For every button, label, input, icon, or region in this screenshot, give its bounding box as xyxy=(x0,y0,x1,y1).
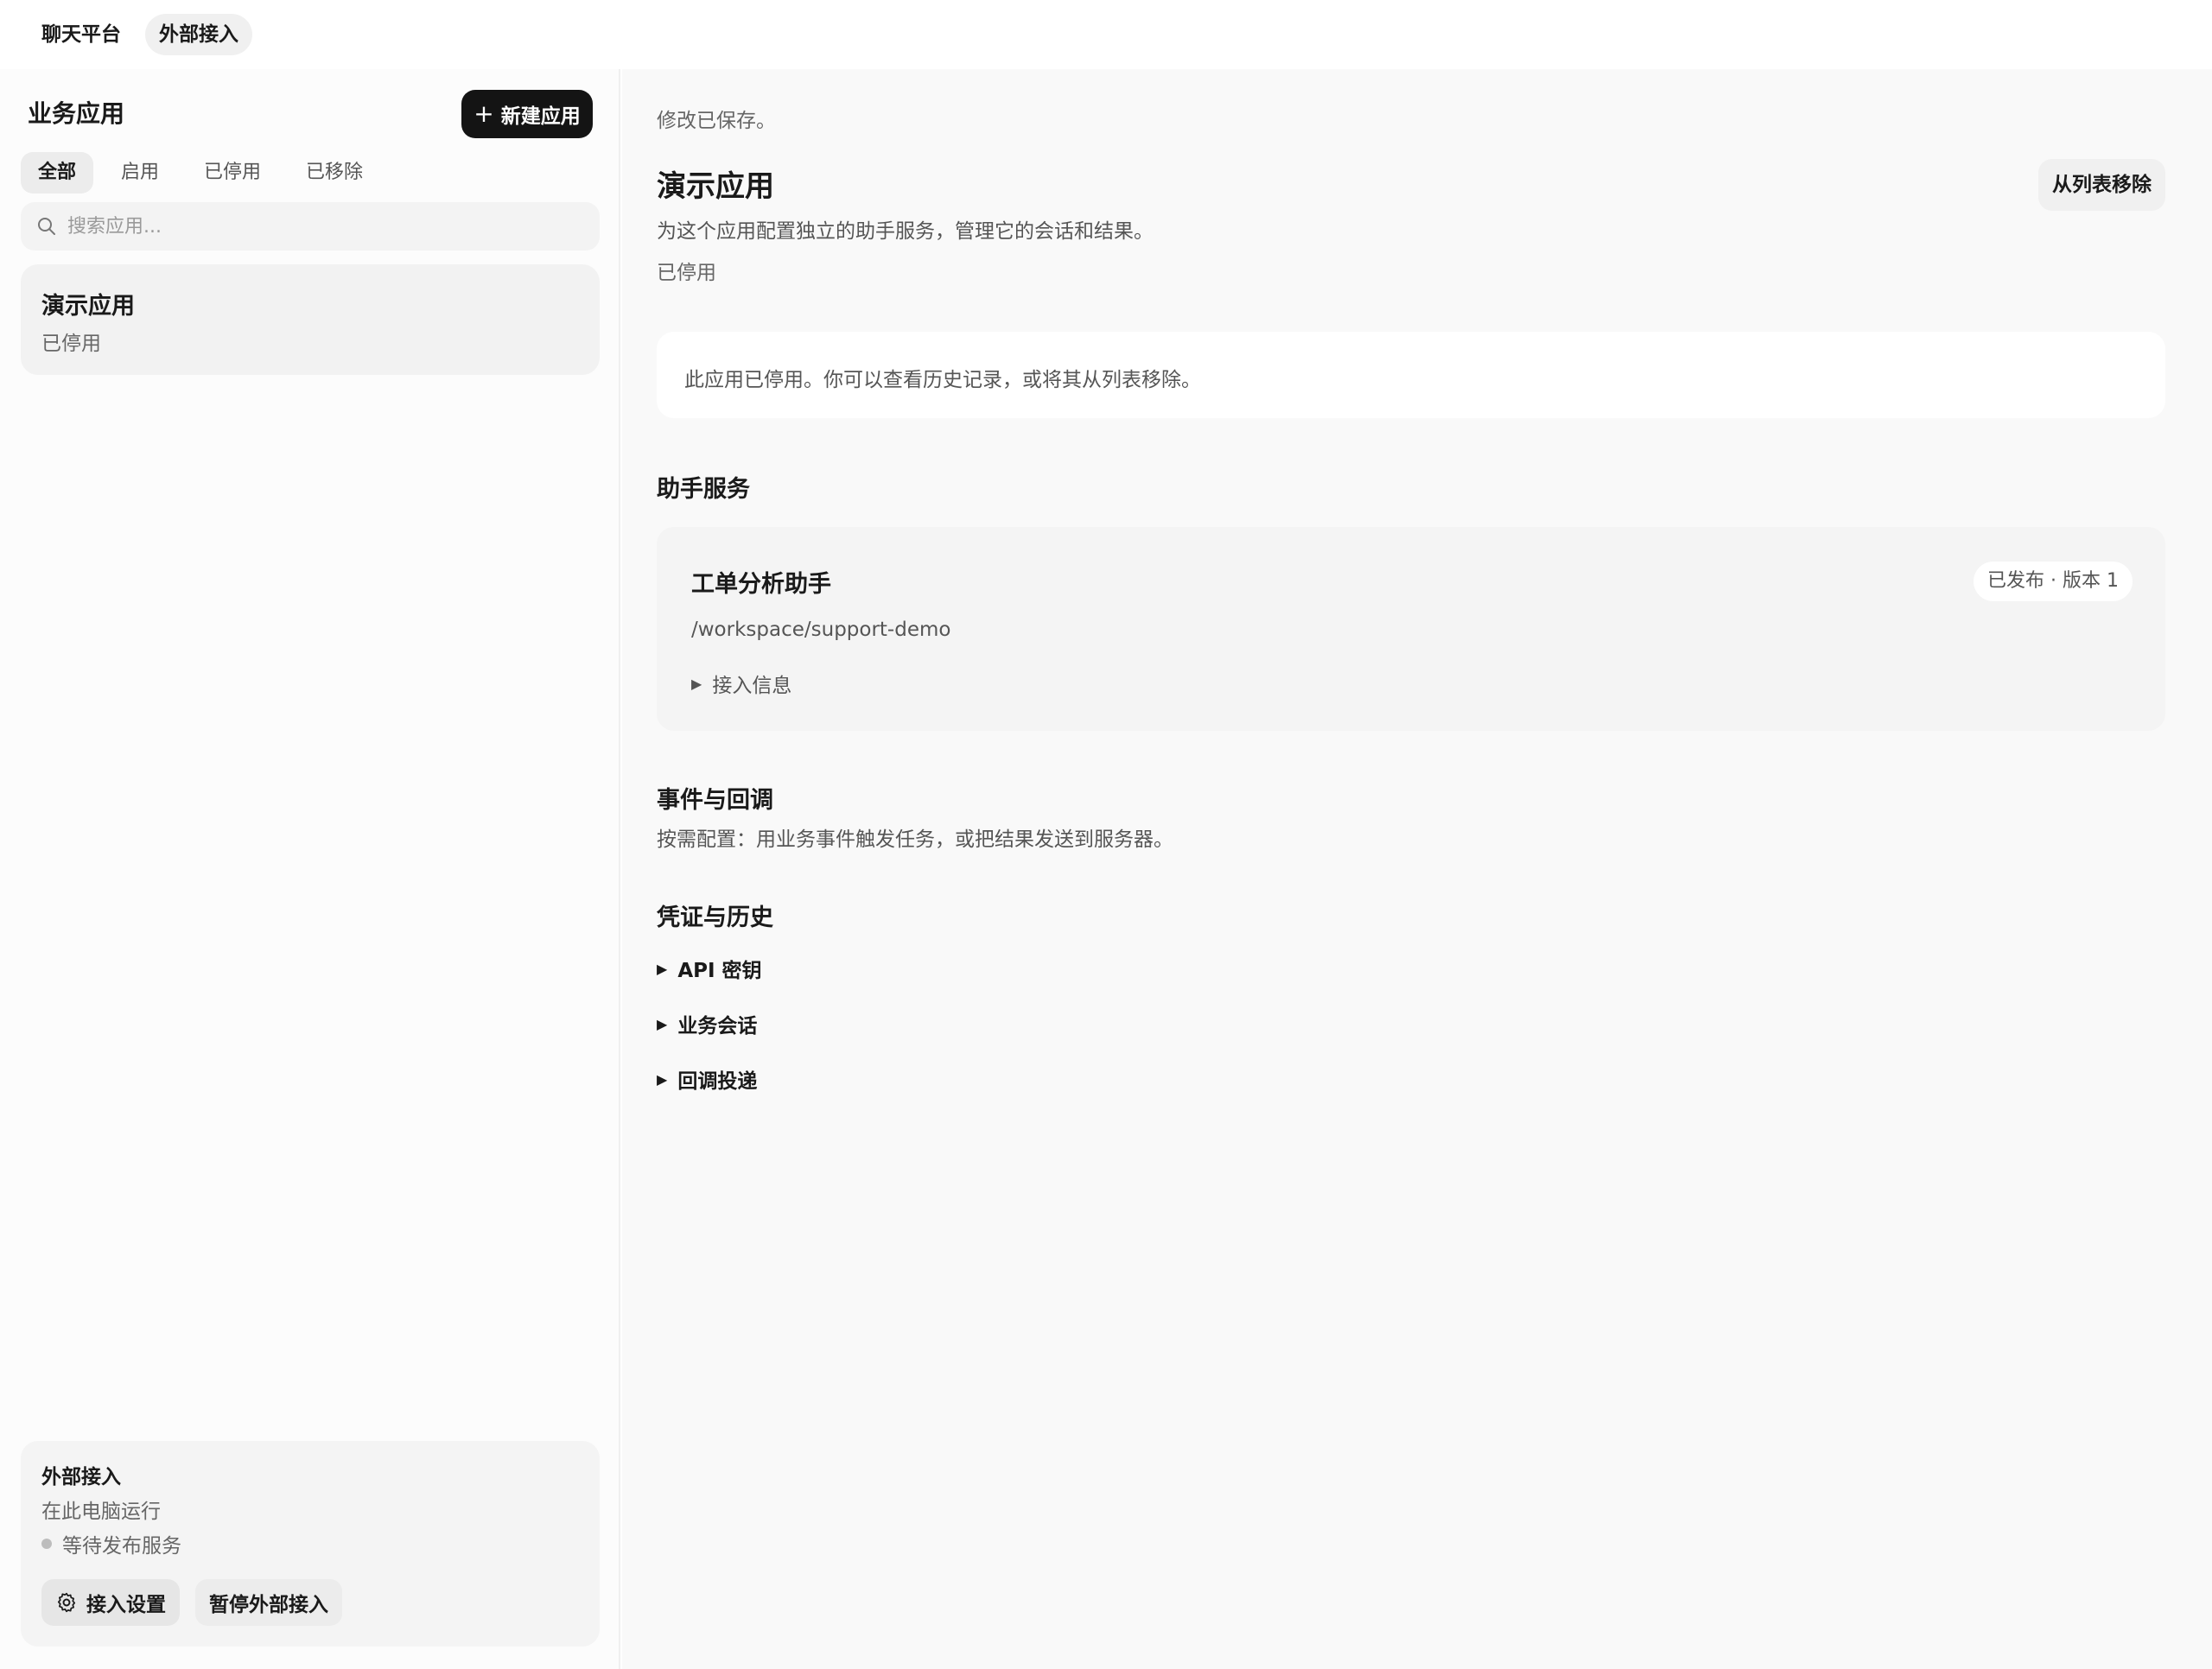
disabled-notice: 此应用已停用。你可以查看历史记录，或将其从列表移除。 xyxy=(657,332,2165,418)
access-info-label: 接入信息 xyxy=(712,675,792,697)
new-app-button[interactable]: + 新建应用 xyxy=(461,90,593,138)
tab-chat-platform[interactable]: 聊天平台 xyxy=(28,14,135,55)
app-list-item[interactable]: 演示应用 已停用 xyxy=(21,264,600,375)
search-input[interactable] xyxy=(67,215,569,238)
filter-tab-disabled[interactable]: 已停用 xyxy=(187,152,278,194)
events-description: 按需配置：用业务事件触发任务，或把结果发送到服务器。 xyxy=(657,828,1173,851)
api-keys-toggle[interactable]: ▶ API 密钥 xyxy=(657,954,762,983)
disclosure-triangle-icon: ▶ xyxy=(691,675,702,692)
assistant-section-title: 助手服务 xyxy=(657,476,750,503)
external-access-status-text: 等待发布服务 xyxy=(62,1535,181,1558)
access-settings-button[interactable]: 接入设置 xyxy=(41,1579,180,1626)
pause-external-access-button[interactable]: 暂停外部接入 xyxy=(195,1579,342,1626)
top-bar: 聊天平台 外部接入 xyxy=(0,0,2212,69)
app-description: 为这个应用配置独立的助手服务，管理它的会话和结果。 xyxy=(657,220,1154,243)
assistant-service-card: 工单分析助手 已发布 · 版本 1 /workspace/support-dem… xyxy=(657,527,2165,731)
disclosure-triangle-icon: ▶ xyxy=(657,1070,668,1088)
app-list-item-name: 演示应用 xyxy=(41,293,135,320)
callback-delivery-label: 回调投递 xyxy=(677,1070,758,1093)
status-dot-icon xyxy=(41,1539,52,1549)
app-state: 已停用 xyxy=(657,262,716,284)
service-name: 工单分析助手 xyxy=(691,571,831,598)
filter-tab-all[interactable]: 全部 xyxy=(21,152,94,194)
business-sessions-toggle[interactable]: ▶ 业务会话 xyxy=(657,1009,757,1038)
callback-delivery-toggle[interactable]: ▶ 回调投递 xyxy=(657,1064,757,1094)
disclosure-triangle-icon: ▶ xyxy=(657,960,668,977)
filter-tab-removed[interactable]: 已移除 xyxy=(289,152,380,194)
main-panel: 修改已保存。 演示应用 从列表移除 为这个应用配置独立的助手服务，管理它的会话和… xyxy=(622,69,2212,1669)
new-app-label: 新建应用 xyxy=(500,105,581,128)
access-settings-label: 接入设置 xyxy=(86,1594,166,1616)
filter-tabs: 全部 启用 已停用 已移除 xyxy=(21,152,380,194)
disclosure-triangle-icon: ▶ xyxy=(657,1015,668,1032)
sidebar: 业务应用 + 新建应用 全部 启用 已停用 已移除 演示应用 已停用 外部接入 … xyxy=(0,69,620,1669)
credentials-section-title: 凭证与历史 xyxy=(657,904,773,931)
saved-notice: 修改已保存。 xyxy=(657,110,776,132)
status-badge: 已发布 · 版本 1 xyxy=(1974,562,2133,601)
external-access-title: 外部接入 xyxy=(41,1466,121,1488)
search-box xyxy=(21,202,600,251)
app-list-item-status: 已停用 xyxy=(41,333,101,355)
api-keys-label: API 密钥 xyxy=(677,960,762,982)
access-info-toggle[interactable]: ▶ 接入信息 xyxy=(691,669,791,698)
events-section-title: 事件与回调 xyxy=(657,787,773,814)
filter-tab-enabled[interactable]: 启用 xyxy=(104,152,176,194)
external-access-status: 等待发布服务 xyxy=(41,1529,181,1558)
service-path: /workspace/support-demo xyxy=(691,619,951,641)
search-icon xyxy=(38,218,55,235)
external-access-panel: 外部接入 在此电脑运行 等待发布服务 接入设置 暂停外部接入 xyxy=(21,1441,600,1647)
tab-external-access[interactable]: 外部接入 xyxy=(145,14,252,55)
business-sessions-label: 业务会话 xyxy=(677,1015,758,1038)
sidebar-title: 业务应用 xyxy=(28,99,125,128)
plus-icon: + xyxy=(474,99,494,128)
external-access-subtitle: 在此电脑运行 xyxy=(41,1501,161,1523)
remove-from-list-button[interactable]: 从列表移除 xyxy=(2038,159,2165,211)
gear-icon xyxy=(57,1592,76,1613)
disabled-notice-text: 此应用已停用。你可以查看历史记录，或将其从列表移除。 xyxy=(684,369,1201,391)
page-title: 演示应用 xyxy=(657,169,774,204)
